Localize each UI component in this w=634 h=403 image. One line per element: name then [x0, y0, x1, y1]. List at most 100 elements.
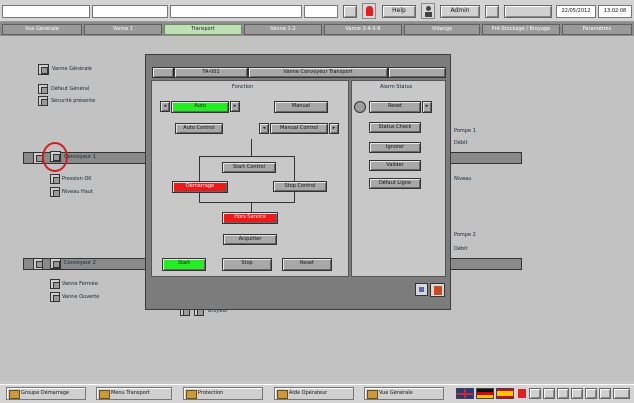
conveyor-line-1-right — [450, 152, 522, 164]
taskbar-aide-operateur[interactable]: Aide Opérateur — [274, 387, 354, 400]
reset-button[interactable]: Reset — [282, 258, 332, 271]
label-vanne-generale: Vanne Générale — [52, 66, 92, 72]
alarm-reset-button[interactable]: Reset — [369, 101, 421, 113]
arrow-right-icon[interactable]: ▸ — [422, 101, 432, 113]
label-debit-1: Débit — [454, 140, 468, 146]
arrow-right-icon[interactable]: ▸ — [230, 101, 240, 112]
top-field-3 — [170, 5, 302, 18]
tab-pre-stockage[interactable]: Pré-Stockage / Broyage — [482, 24, 560, 35]
start-button[interactable]: Start — [162, 258, 206, 271]
bell-icon — [366, 6, 373, 16]
arrow-right-icon[interactable]: ▸ — [329, 123, 339, 134]
arrow-left-icon[interactable]: ◂ — [160, 101, 170, 112]
ignore-button[interactable]: Ignorer — [369, 142, 421, 153]
date-display: 22/05/2012 — [556, 5, 596, 18]
edit-icon[interactable] — [415, 283, 428, 296]
flag-uk-icon[interactable] — [456, 388, 474, 399]
manual-button[interactable]: Manual — [274, 101, 328, 113]
stop-button[interactable]: Stop — [222, 258, 272, 271]
tray-button-1[interactable] — [529, 388, 541, 399]
fonction-title: Fonction — [232, 84, 254, 90]
tray-button-7[interactable] — [613, 388, 630, 399]
start-control-red-button[interactable]: Démarrage — [172, 181, 228, 193]
acknowledge-button[interactable]: Acquitter — [223, 234, 277, 245]
label-pompe-2: Pompe 2 — [454, 232, 476, 238]
taskbar-vue-generale[interactable]: Vue Générale — [364, 387, 444, 400]
spare-button[interactable] — [504, 5, 552, 18]
tab-vanne-1-2[interactable]: Vanne 1-2 — [244, 24, 322, 35]
flag-es-icon[interactable] — [496, 388, 514, 399]
tab-vanne-3-6[interactable]: Vanne 3-4-5-6 — [324, 24, 402, 35]
tray-button-2[interactable] — [543, 388, 555, 399]
tray-button-4[interactable] — [571, 388, 583, 399]
flag-de-icon[interactable] — [476, 388, 494, 399]
alarm-indicator-icon — [354, 101, 366, 113]
manual-control-button[interactable]: Manual Control — [270, 123, 328, 134]
dialog-close-button[interactable] — [388, 67, 446, 78]
person-icon[interactable] — [421, 3, 435, 19]
motor-icon[interactable] — [50, 258, 61, 269]
status-icon[interactable] — [38, 84, 48, 94]
tray-button-3[interactable] — [557, 388, 569, 399]
taskbar-protection[interactable]: Protection — [183, 387, 263, 400]
valve-icon[interactable] — [38, 64, 49, 75]
connector-line — [199, 202, 295, 203]
top-field-4 — [304, 5, 338, 18]
valider-button[interactable]: Valider — [369, 160, 421, 171]
valve-closed-icon[interactable] — [50, 279, 60, 289]
dialog-menu-button[interactable] — [152, 67, 174, 78]
tab-transport[interactable]: Transport — [164, 24, 242, 35]
pressure-icon[interactable] — [50, 174, 60, 184]
status-check-button[interactable]: Status Check — [369, 122, 421, 133]
stop-control-button[interactable]: Stop Control — [273, 181, 327, 192]
tray-button-5[interactable] — [585, 388, 597, 399]
auto-control-button[interactable]: Auto Control — [175, 123, 223, 134]
label-pression: Pression OK — [62, 176, 92, 182]
conveyor-line-2-right — [450, 258, 522, 270]
start-control-button[interactable]: Start Control — [222, 162, 276, 173]
connector-line — [199, 156, 295, 157]
top-field-1 — [2, 5, 90, 18]
dialog-id: TA-001 — [174, 67, 248, 78]
connector-line — [251, 139, 252, 156]
level-icon[interactable] — [50, 187, 60, 197]
alarm-tray-icon[interactable] — [518, 389, 526, 398]
tab-vanne-1[interactable]: Vanne 1 — [84, 24, 162, 35]
label-niveau: Niveau Haut — [62, 189, 93, 195]
label-pompe-1: Pompe 1 — [454, 128, 476, 134]
login-button[interactable] — [485, 5, 499, 18]
tab-vue-generale[interactable]: Vue Générale — [2, 24, 82, 35]
connector-line — [251, 202, 252, 212]
motor-icon[interactable] — [50, 151, 61, 162]
connector-line — [294, 156, 295, 202]
auto-button[interactable]: Auto — [171, 101, 229, 113]
defaut-line-button[interactable]: Défaut Ligne — [369, 178, 421, 189]
dialog-titlebar — [146, 55, 450, 63]
small-button[interactable] — [343, 5, 357, 18]
valve-open-icon[interactable] — [50, 292, 60, 302]
label-vanne-ouverte: Vanne Ouverte — [62, 294, 100, 300]
time-display: 13:02:08 — [598, 5, 632, 18]
tab-vidange[interactable]: Vidange — [404, 24, 480, 35]
taskbar-groupe-demarrage[interactable]: Groupe Démarrage — [6, 387, 86, 400]
status-icon[interactable] — [38, 96, 48, 106]
taskbar-menu-transport[interactable]: Menu Transport — [96, 387, 172, 400]
label-defaut-general: Défaut Général — [51, 86, 90, 92]
out-of-service-button[interactable]: Hors Service — [222, 212, 278, 224]
label-convoyeur-2: Convoyeur 2 — [64, 260, 96, 266]
alarm-bell-icon[interactable] — [362, 3, 376, 19]
arrow-left-icon[interactable]: ◂ — [259, 123, 269, 134]
label-vanne-fermee: Vanne Fermée — [62, 281, 98, 287]
tray-button-6[interactable] — [599, 388, 611, 399]
connector-line — [199, 156, 200, 202]
label-debit-2: Débit — [454, 246, 468, 252]
user-button[interactable]: Admin — [440, 5, 480, 18]
top-field-2 — [92, 5, 168, 18]
tab-parametres[interactable]: Paramètres — [562, 24, 632, 35]
dialog-title: Vanne Convoyeur Transport — [248, 67, 388, 78]
help-button[interactable]: Help — [382, 5, 416, 18]
conveyor-icon[interactable] — [33, 258, 43, 270]
book-icon[interactable] — [430, 283, 445, 297]
alarm-title: Alarm Status — [380, 84, 413, 90]
label-securite: Sécurité présente — [51, 98, 96, 104]
